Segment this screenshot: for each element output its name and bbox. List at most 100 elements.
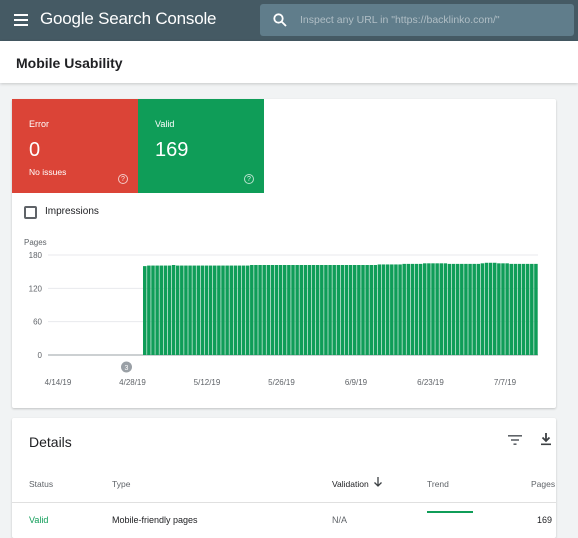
column-header-status[interactable]: Status [29, 479, 53, 489]
chart-bar[interactable] [336, 265, 341, 355]
chart-bar[interactable] [480, 263, 485, 355]
chart-bar[interactable] [361, 265, 365, 355]
chart-bar[interactable] [200, 265, 205, 355]
chart-bar[interactable] [250, 265, 254, 355]
chart-bar[interactable] [303, 265, 308, 355]
chart-bar[interactable] [427, 263, 431, 355]
chart-bar[interactable] [344, 265, 349, 355]
chart-bar[interactable] [320, 265, 324, 355]
chart-bar[interactable] [447, 263, 452, 355]
chart-bar[interactable] [324, 265, 328, 355]
search-input[interactable] [300, 10, 568, 30]
chart-bar[interactable] [229, 265, 233, 355]
chart-bar[interactable] [283, 265, 287, 355]
chart-bar[interactable] [418, 263, 423, 355]
chart-bar[interactable] [501, 263, 505, 355]
chart-bar[interactable] [443, 263, 448, 355]
chart-bar[interactable] [159, 265, 163, 355]
chart-bar[interactable] [521, 263, 526, 355]
help-icon[interactable]: ? [244, 174, 254, 184]
chart-bar[interactable] [237, 265, 242, 355]
chart-bar[interactable] [464, 263, 468, 355]
chart-bar[interactable] [184, 265, 188, 355]
chart-bar[interactable] [525, 263, 530, 355]
chart-bar[interactable] [287, 265, 291, 355]
chart-bar[interactable] [348, 265, 353, 355]
chart-bar[interactable] [373, 265, 378, 355]
chart-bar[interactable] [291, 265, 295, 355]
chart-bar[interactable] [315, 265, 320, 355]
chart-bar[interactable] [402, 263, 406, 355]
chart-bar[interactable] [332, 265, 336, 355]
chart-bar[interactable] [295, 265, 299, 355]
chart-bar[interactable] [311, 265, 316, 355]
sort-arrow-down-icon[interactable] [373, 476, 383, 488]
chart-bar[interactable] [534, 263, 538, 355]
chart-bar[interactable] [274, 265, 279, 355]
chart-bar[interactable] [385, 264, 390, 355]
chart-bar[interactable] [353, 265, 357, 355]
chart-bar[interactable] [394, 264, 398, 355]
chart-bar[interactable] [254, 265, 258, 355]
chart-bar[interactable] [266, 265, 271, 355]
url-inspection-search[interactable] [260, 4, 574, 36]
app-logo[interactable]: Google Search Console [40, 9, 217, 29]
chart-bar[interactable] [180, 265, 184, 355]
chart-bar[interactable] [245, 265, 250, 355]
column-header-trend[interactable]: Trend [427, 479, 449, 489]
chart-bar[interactable] [410, 263, 415, 355]
chart-bar[interactable] [509, 263, 513, 355]
valid-tile[interactable]: Valid 169 ? [138, 99, 264, 193]
chart-bar[interactable] [151, 265, 155, 355]
chart-bar[interactable] [505, 263, 509, 355]
chart-bar[interactable] [369, 265, 373, 355]
chart-bar[interactable] [328, 265, 332, 355]
chart-bar[interactable] [155, 265, 159, 355]
chart-bar[interactable] [225, 265, 229, 355]
chart-bar[interactable] [357, 265, 361, 355]
chart-bar[interactable] [208, 265, 213, 355]
chart-bar[interactable] [299, 265, 303, 355]
chart-bar[interactable] [340, 265, 345, 355]
help-icon[interactable]: ? [118, 174, 128, 184]
chart-bar[interactable] [167, 265, 172, 355]
chart-bar[interactable] [278, 265, 283, 355]
chart-bar[interactable] [460, 263, 464, 355]
chart-bar[interactable] [517, 263, 522, 355]
chart-bar[interactable] [262, 265, 266, 355]
error-tile[interactable]: Error 0 No issues ? [12, 99, 138, 193]
chart-bar[interactable] [435, 263, 439, 355]
chart-bar[interactable] [147, 265, 151, 355]
chart-bar[interactable] [513, 263, 518, 355]
chart-bar[interactable] [233, 265, 238, 355]
chart-bar[interactable] [270, 265, 275, 355]
chart-bar[interactable] [451, 263, 456, 355]
chart-bar[interactable] [472, 263, 476, 355]
column-header-validation[interactable]: Validation [332, 479, 369, 489]
hamburger-menu-icon[interactable] [14, 14, 28, 26]
chart-bar[interactable] [455, 263, 460, 355]
chart-bar[interactable] [439, 263, 443, 355]
chart-bar[interactable] [143, 266, 147, 355]
chart-bar[interactable] [530, 263, 534, 355]
chart-bar[interactable] [258, 265, 262, 355]
chart-bar[interactable] [377, 264, 382, 355]
filter-icon[interactable] [508, 434, 522, 446]
chart-bar[interactable] [381, 264, 386, 355]
chart-bar[interactable] [163, 265, 168, 355]
chart-bar[interactable] [188, 265, 192, 355]
chart-bar[interactable] [406, 263, 411, 355]
chart-bar[interactable] [476, 263, 481, 355]
chart-bar[interactable] [414, 263, 419, 355]
chart-bar[interactable] [213, 265, 217, 355]
chart-bar[interactable] [488, 262, 493, 355]
chart-bar[interactable] [192, 265, 196, 355]
chart-bar[interactable] [221, 265, 225, 355]
chart-bar[interactable] [175, 265, 180, 355]
chart-bar[interactable] [468, 263, 472, 355]
chart-bar[interactable] [390, 264, 394, 355]
chart-bar[interactable] [365, 265, 369, 355]
chart-bar[interactable] [241, 265, 246, 355]
chart-bar[interactable] [398, 264, 402, 355]
chart-bar[interactable] [423, 263, 427, 355]
